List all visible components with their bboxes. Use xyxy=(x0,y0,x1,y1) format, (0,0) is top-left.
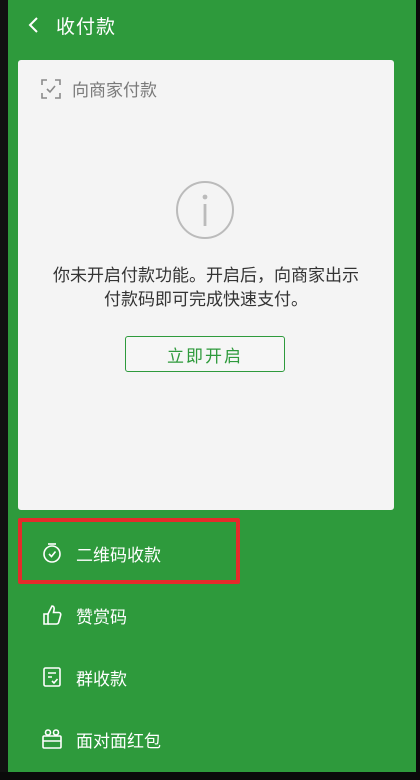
menu-item-face-to-face-red-packet[interactable]: 面对面红包 xyxy=(18,708,394,770)
menu-item-label: 面对面红包 xyxy=(76,731,161,752)
thumbs-up-icon xyxy=(43,605,62,625)
card-heading-text: 向商家付款 xyxy=(72,81,157,101)
scan-pay-icon xyxy=(41,78,61,99)
menu-item-label: 赞赏码 xyxy=(76,607,127,628)
enable-now-button[interactable]: 立即开启 xyxy=(125,336,285,372)
card-heading: 向商家付款 xyxy=(40,76,157,101)
screen-frame-left xyxy=(0,0,8,780)
message-line-2: 付款码即可完成快速支付。 xyxy=(104,290,308,310)
highlight-box xyxy=(18,518,240,584)
screen-frame-bottom xyxy=(0,772,420,780)
page-title: 收付款 xyxy=(56,15,117,38)
top-bar: 收付款 xyxy=(8,0,416,50)
menu-item-appreciation-code[interactable]: 赞赏码 xyxy=(18,584,394,646)
menu-item-group-receive[interactable]: 群收款 xyxy=(18,646,394,708)
back-button[interactable] xyxy=(14,0,54,50)
merchant-payment-card: 向商家付款 你未开启付款功能。开启后，向商家出示 付款码即可完成快速支付。 立即… xyxy=(18,60,394,510)
menu-item-label: 群收款 xyxy=(76,669,127,690)
screen-frame-right xyxy=(416,0,420,780)
chevron-left-icon xyxy=(28,17,38,33)
red-packet-icon xyxy=(42,729,62,749)
group-receive-icon xyxy=(43,667,61,687)
message-line-1: 你未开启付款功能。开启后，向商家出示 xyxy=(53,266,359,286)
disabled-payment-message: 你未开启付款功能。开启后，向商家出示 付款码即可完成快速支付。 xyxy=(38,264,374,312)
info-icon xyxy=(176,181,234,239)
